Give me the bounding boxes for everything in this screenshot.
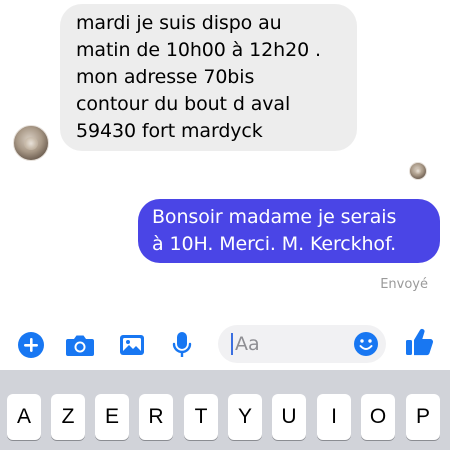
message-line: mon adresse 70bis <box>76 66 255 88</box>
key-e[interactable]: E <box>95 394 129 440</box>
key-z[interactable]: Z <box>51 394 85 440</box>
key-u[interactable]: U <box>272 394 306 440</box>
microphone-icon[interactable] <box>167 330 197 360</box>
keyboard: A Z E R T Y U I O P <box>0 370 450 450</box>
message-input[interactable] <box>235 325 355 363</box>
composer-bar <box>0 318 450 370</box>
key-y[interactable]: Y <box>228 394 262 440</box>
key-a[interactable]: A <box>7 394 41 440</box>
incoming-message-bubble[interactable]: mardi je suis dispo au matin de 10h00 à … <box>60 4 357 151</box>
message-status: Envoyé <box>380 277 428 292</box>
message-line: à 10H. Merci. M. Kerckhof. <box>152 233 397 255</box>
key-i[interactable]: I <box>317 394 351 440</box>
outgoing-message-bubble[interactable]: Bonsoir madame je serais à 10H. Merci. M… <box>138 199 440 263</box>
key-t[interactable]: T <box>184 394 218 440</box>
message-input-container[interactable] <box>218 325 386 363</box>
message-line: Bonsoir madame je serais <box>152 206 397 228</box>
contact-avatar[interactable] <box>13 125 49 161</box>
key-p[interactable]: P <box>406 394 440 440</box>
plus-icon[interactable] <box>16 330 46 360</box>
message-line: contour du bout d aval <box>76 93 291 115</box>
camera-icon[interactable] <box>65 330 95 360</box>
key-r[interactable]: R <box>139 394 173 440</box>
text-caret <box>231 333 233 355</box>
emoji-icon[interactable] <box>352 330 380 358</box>
message-line: mardi je suis dispo au <box>76 12 282 34</box>
message-line: matin de 10h00 à 12h20 . <box>76 39 321 61</box>
photo-icon[interactable] <box>117 330 147 360</box>
read-receipt-avatar <box>409 162 427 180</box>
message-line: 59430 fort mardyck <box>76 120 263 142</box>
thumbs-up-icon[interactable] <box>404 327 434 357</box>
key-o[interactable]: O <box>361 394 395 440</box>
